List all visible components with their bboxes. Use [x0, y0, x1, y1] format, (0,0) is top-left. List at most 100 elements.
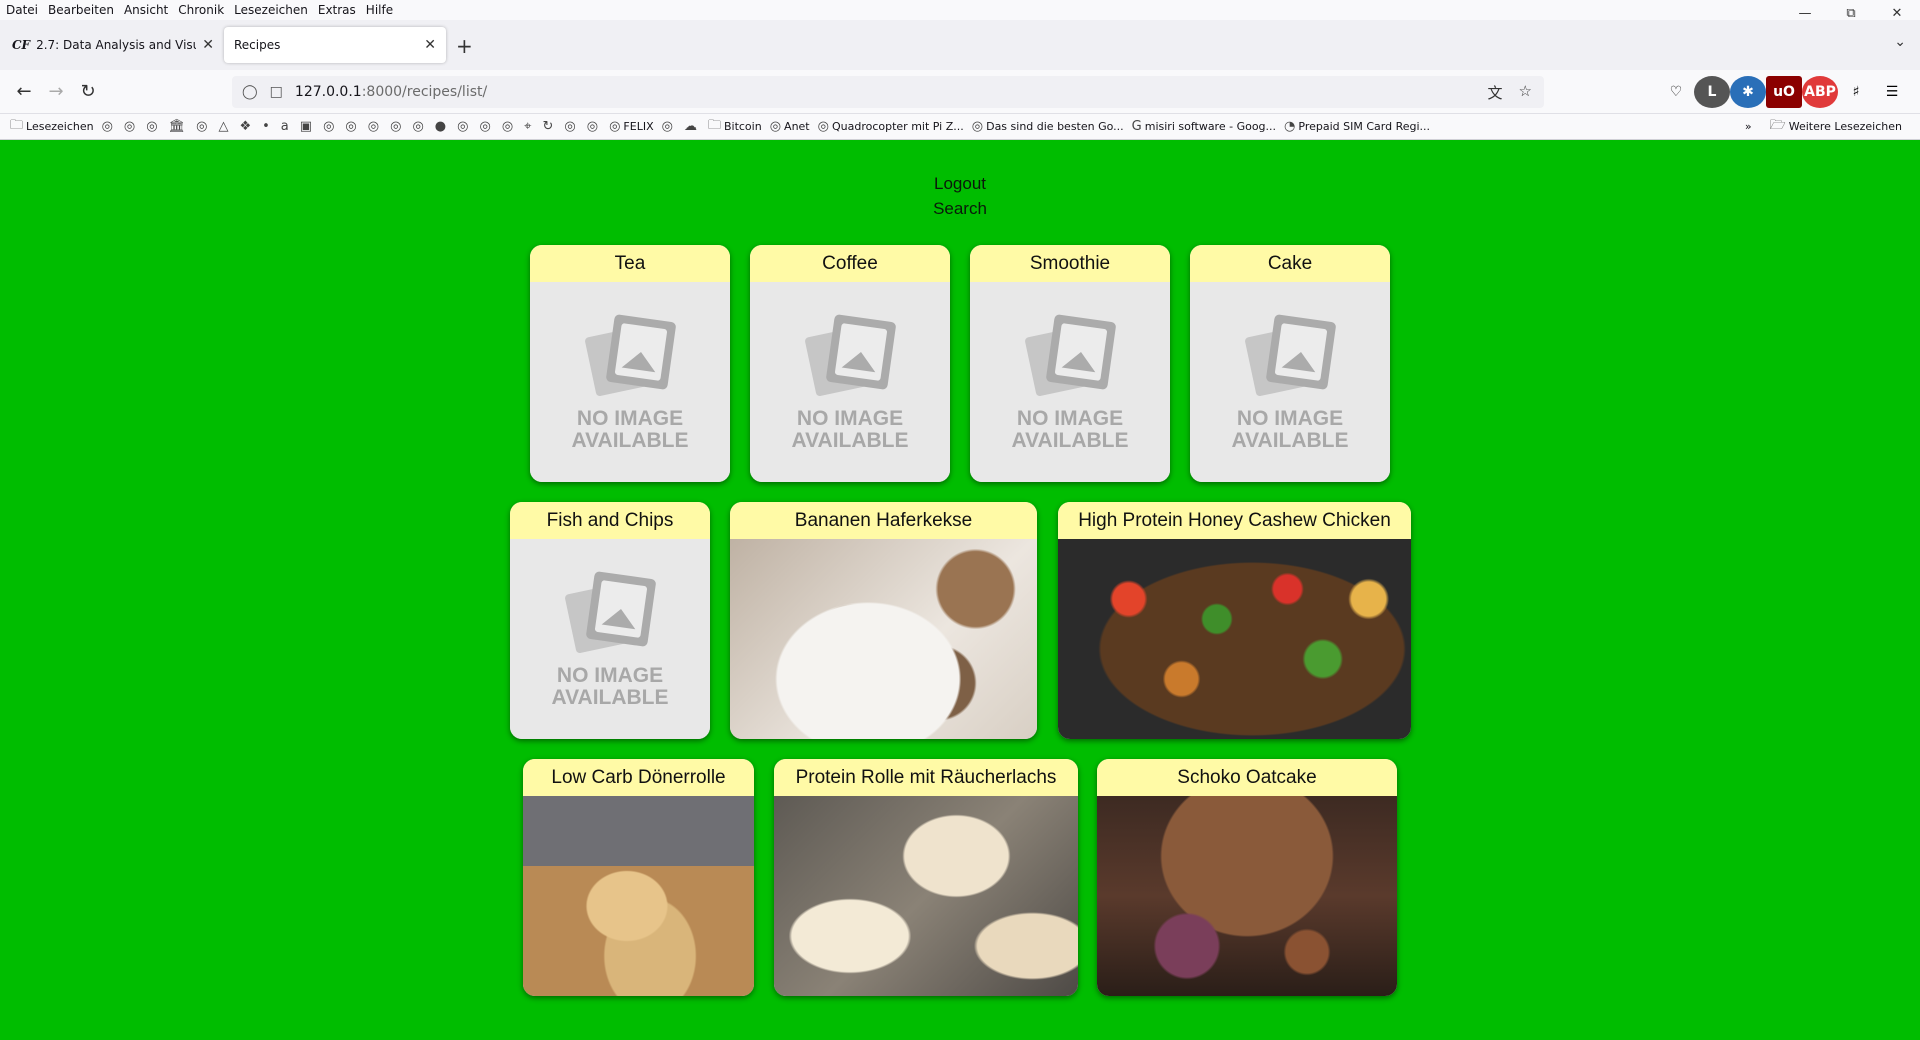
recipe-card[interactable]: Fish and Chips NO IMAGE AVAILABLE — [510, 502, 710, 739]
no-image-placeholder[interactable]: NO IMAGE AVAILABLE — [530, 282, 730, 482]
bookmark-item[interactable]: ▣ — [300, 119, 315, 134]
bookmark-item[interactable]: △ — [218, 119, 231, 134]
extension-l-icon[interactable]: L — [1694, 76, 1730, 108]
bookmark-item[interactable]: ⌖ — [524, 119, 534, 134]
recipe-photo[interactable] — [1097, 796, 1397, 996]
bookmark-item[interactable]: ◎ — [587, 119, 601, 134]
close-tab-icon[interactable]: ✕ — [202, 37, 214, 53]
chevron-more-icon[interactable]: » — [1745, 120, 1752, 133]
recipe-title[interactable]: Fish and Chips — [510, 502, 710, 539]
tab-data-analysis[interactable]: CF 2.7: Data Analysis and Visualizat ✕ — [2, 27, 224, 63]
bookmark-item[interactable]: ◎ Quadrocopter mit Pi Z... — [818, 119, 964, 134]
recipe-photo[interactable] — [523, 796, 754, 996]
tracking-protection-icon[interactable]: ◯ — [242, 84, 258, 100]
bookmark-item[interactable]: 🏛 — [169, 119, 189, 134]
logout-link[interactable]: Logout — [0, 171, 1920, 196]
close-tab-icon[interactable]: ✕ — [424, 37, 436, 53]
bookmark-item[interactable]: ◎ — [368, 119, 382, 134]
bookmark-item[interactable]: ◎ — [124, 119, 138, 134]
recipe-card[interactable]: High Protein Honey Cashew Chicken — [1058, 502, 1411, 739]
recipe-card[interactable]: Coffee NO IMAGE AVAILABLE — [750, 245, 950, 482]
bookmark-item[interactable]: ❖ — [239, 119, 254, 134]
bookmark-item[interactable]: ◎ — [196, 119, 210, 134]
bookmark-label: Das sind die besten Go... — [986, 120, 1124, 133]
globe-icon: ◎ — [769, 119, 782, 134]
bookmark-item[interactable]: ◎ — [457, 119, 471, 134]
bookmark-item[interactable]: ◎ — [564, 119, 578, 134]
menu-datei[interactable]: Datei — [6, 3, 38, 17]
bookmark-item[interactable]: ◎ — [502, 119, 516, 134]
menu-chronik[interactable]: Chronik — [178, 3, 224, 17]
bookmark-item[interactable]: • — [262, 119, 273, 134]
bookmark-item[interactable]: ◎ Das sind die besten Go... — [972, 119, 1124, 134]
recipe-card[interactable]: Cake NO IMAGE AVAILABLE — [1190, 245, 1390, 482]
recipe-photo[interactable] — [774, 796, 1078, 996]
recipe-title[interactable]: Schoko Oatcake — [1097, 759, 1397, 796]
no-image-placeholder[interactable]: NO IMAGE AVAILABLE — [750, 282, 950, 482]
page-info-icon[interactable]: □ — [270, 84, 283, 100]
bookmark-item[interactable]: ◎ — [146, 119, 160, 134]
bookmark-item[interactable]: ◎ Anet — [770, 119, 810, 134]
recipe-title[interactable]: Smoothie — [970, 245, 1170, 282]
recipe-card[interactable]: Schoko Oatcake — [1097, 759, 1397, 996]
tab-recipes[interactable]: Recipes ✕ — [224, 27, 446, 63]
twitter-icon: • — [262, 119, 270, 134]
bookmark-item[interactable]: ↻ — [542, 119, 556, 134]
reload-icon[interactable]: ↻ — [72, 76, 104, 108]
bookmark-item[interactable]: ◎ — [412, 119, 426, 134]
more-bookmarks[interactable]: » 🗁 Weitere Lesezeichen — [1745, 116, 1910, 138]
recipe-title[interactable]: Coffee — [750, 245, 950, 282]
recipe-card[interactable]: Protein Rolle mit Räucherlachs — [774, 759, 1078, 996]
recipe-card[interactable]: Low Carb Dönerrolle — [523, 759, 754, 996]
back-icon[interactable]: ← — [8, 76, 40, 108]
pocket-icon[interactable]: ♡ — [1658, 76, 1694, 108]
recipe-title[interactable]: Tea — [530, 245, 730, 282]
recipe-title[interactable]: Bananen Haferkekse — [730, 502, 1037, 539]
recipe-photo[interactable] — [1058, 539, 1411, 739]
bookmark-item[interactable]: a — [281, 119, 292, 134]
list-all-tabs-icon[interactable]: ⌄ — [1894, 34, 1906, 50]
bookmark-item[interactable]: ● — [435, 119, 449, 134]
recipe-title[interactable]: Cake — [1190, 245, 1390, 282]
bookmark-item[interactable]: ◎ — [662, 119, 676, 134]
bookmark-item[interactable]: 🗀 Lesezeichen — [10, 116, 94, 138]
bookmark-item[interactable]: ◎ — [345, 119, 359, 134]
menu-bearbeiten[interactable]: Bearbeiten — [48, 3, 114, 17]
recipe-card[interactable]: Smoothie NO IMAGE AVAILABLE — [970, 245, 1170, 482]
ublock-icon[interactable]: uO — [1766, 76, 1802, 108]
url-bar[interactable]: ◯ □ 127.0.0.1:8000/recipes/list/ 文 ☆ — [232, 76, 1544, 108]
extension-blue-icon[interactable]: ✱ — [1730, 76, 1766, 108]
recipe-card[interactable]: Tea NO IMAGE AVAILABLE — [530, 245, 730, 482]
no-image-text: NO IMAGE AVAILABLE — [551, 664, 669, 709]
menu-hamburger-icon[interactable]: ☰ — [1874, 76, 1910, 108]
bookmark-item[interactable]: 🗀 Bitcoin — [708, 116, 762, 138]
bookmark-item[interactable]: ◎ FELIX — [609, 119, 654, 134]
recipe-card[interactable]: Bananen Haferkekse — [730, 502, 1037, 739]
translate-icon[interactable]: 文 — [1488, 82, 1503, 103]
adblock-plus-icon[interactable]: ABP — [1802, 76, 1838, 108]
bookmark-item[interactable]: ◎ — [323, 119, 337, 134]
menu-hilfe[interactable]: Hilfe — [366, 3, 393, 17]
extensions-puzzle-icon[interactable]: ♯ — [1838, 76, 1874, 108]
recipe-title[interactable]: Low Carb Dönerrolle — [523, 759, 754, 796]
no-image-placeholder[interactable]: NO IMAGE AVAILABLE — [510, 539, 710, 739]
bookmark-item[interactable]: ◔ Prepaid SIM Card Regi... — [1284, 119, 1430, 134]
bookmark-item[interactable]: ◎ — [479, 119, 493, 134]
bookmark-item[interactable]: ◎ — [390, 119, 404, 134]
whatsapp-icon: ● — [434, 119, 447, 134]
no-image-placeholder[interactable]: NO IMAGE AVAILABLE — [970, 282, 1170, 482]
no-image-placeholder[interactable]: NO IMAGE AVAILABLE — [1190, 282, 1390, 482]
menu-lesezeichen[interactable]: Lesezeichen — [234, 3, 308, 17]
menu-ansicht[interactable]: Ansicht — [124, 3, 168, 17]
recipe-photo[interactable] — [730, 539, 1037, 739]
bookmark-star-icon[interactable]: ☆ — [1519, 82, 1532, 103]
search-link[interactable]: Search — [0, 196, 1920, 221]
bookmark-item[interactable]: ◎ — [102, 119, 116, 134]
bookmark-item[interactable]: ☁ — [684, 119, 700, 134]
bookmark-item[interactable]: Gmisiri software - Goog... — [1132, 119, 1276, 134]
forward-icon[interactable]: → — [40, 76, 72, 108]
recipe-title[interactable]: Protein Rolle mit Räucherlachs — [774, 759, 1078, 796]
recipe-title[interactable]: High Protein Honey Cashew Chicken — [1058, 502, 1411, 539]
menu-extras[interactable]: Extras — [318, 3, 356, 17]
new-tab-icon[interactable]: + — [456, 34, 473, 58]
